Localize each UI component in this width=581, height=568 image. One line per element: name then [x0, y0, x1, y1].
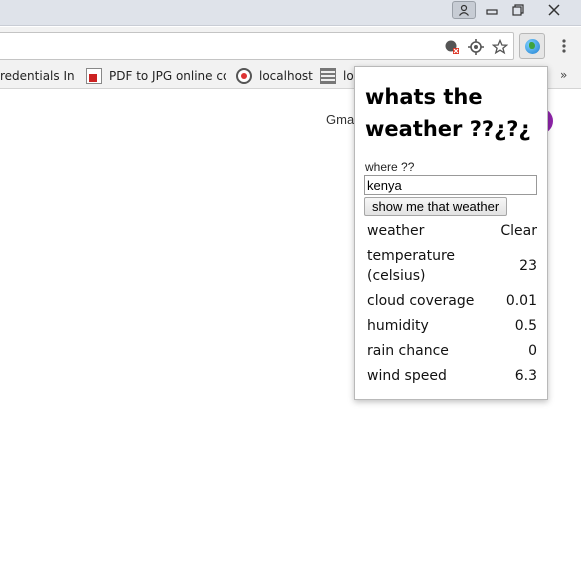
- browser-toolbar: [0, 27, 581, 63]
- bookmarks-overflow-chevron-icon[interactable]: »: [560, 68, 567, 82]
- show-weather-button[interactable]: show me that weather: [364, 197, 508, 216]
- browser-menu-button[interactable]: [556, 33, 572, 59]
- bookmark-label: lo: [343, 69, 354, 83]
- star-icon[interactable]: [490, 37, 510, 57]
- weather-row: wind speed 6.3: [363, 364, 541, 389]
- bookmark-credentials[interactable]: redentials In …: [0, 67, 75, 85]
- weather-row: cloud coverage 0.01: [363, 289, 541, 314]
- weather-extension-button[interactable]: [519, 33, 545, 59]
- where-input[interactable]: [364, 175, 537, 195]
- weather-row-label: temperature (celsius): [367, 248, 455, 284]
- close-icon: [548, 4, 560, 16]
- address-bar[interactable]: [0, 32, 514, 60]
- minimize-icon: [486, 9, 498, 15]
- gmail-link[interactable]: Gma: [326, 112, 354, 127]
- weather-row: temperature (celsius) 23: [363, 244, 541, 289]
- weather-row-value: 0.5: [514, 318, 537, 334]
- weather-row-value: Clear: [500, 223, 537, 239]
- weather-row: humidity 0.5: [363, 314, 541, 339]
- popup-title: whats the weather ??¿?¿: [365, 85, 531, 141]
- weather-row-label: rain chance: [367, 343, 449, 359]
- weather-row-value: 23: [519, 258, 537, 274]
- blocked-location-icon[interactable]: [442, 37, 462, 57]
- doc-icon: [320, 68, 336, 84]
- vertical-dots-icon: [562, 39, 566, 53]
- weather-row-label: weather: [367, 223, 425, 239]
- weather-row-value: 6.3: [514, 368, 537, 384]
- person-icon: [459, 4, 469, 16]
- localhost-icon: [236, 68, 252, 84]
- close-button[interactable]: [536, 0, 572, 20]
- weather-results-table: weather Clear temperature (celsius) 23 cloud…: [363, 219, 541, 389]
- bookmark-label: PDF to JPG online co: [109, 69, 226, 83]
- weather-row-label: cloud coverage: [367, 293, 475, 309]
- pdf-icon: [86, 68, 102, 84]
- bookmark-pdf-to-jpg[interactable]: PDF to JPG online co: [86, 67, 226, 85]
- bookmark-lo[interactable]: lo: [320, 67, 354, 85]
- weather-row-label: humidity: [367, 318, 429, 334]
- restore-button[interactable]: [505, 0, 531, 20]
- weather-row-label: wind speed: [367, 368, 447, 384]
- weather-popup: whats the weather ??¿?¿ where ?? show me…: [354, 66, 548, 400]
- globe-icon: [524, 38, 540, 54]
- weather-row-value: 0.01: [505, 293, 537, 309]
- minimize-button[interactable]: [479, 0, 505, 20]
- bookmark-localhost[interactable]: localhost: [236, 67, 316, 85]
- bookmark-label: localhost: [259, 69, 313, 83]
- bookmark-label: redentials In …: [0, 69, 75, 83]
- weather-row-value: 0: [528, 343, 537, 359]
- where-label: where ??: [365, 160, 415, 174]
- target-icon[interactable]: [466, 37, 486, 57]
- window-titlebar: [0, 0, 581, 26]
- restore-icon: [512, 4, 524, 16]
- weather-row: rain chance 0: [363, 339, 541, 364]
- profile-button[interactable]: [452, 1, 476, 19]
- weather-row: weather Clear: [363, 219, 541, 244]
